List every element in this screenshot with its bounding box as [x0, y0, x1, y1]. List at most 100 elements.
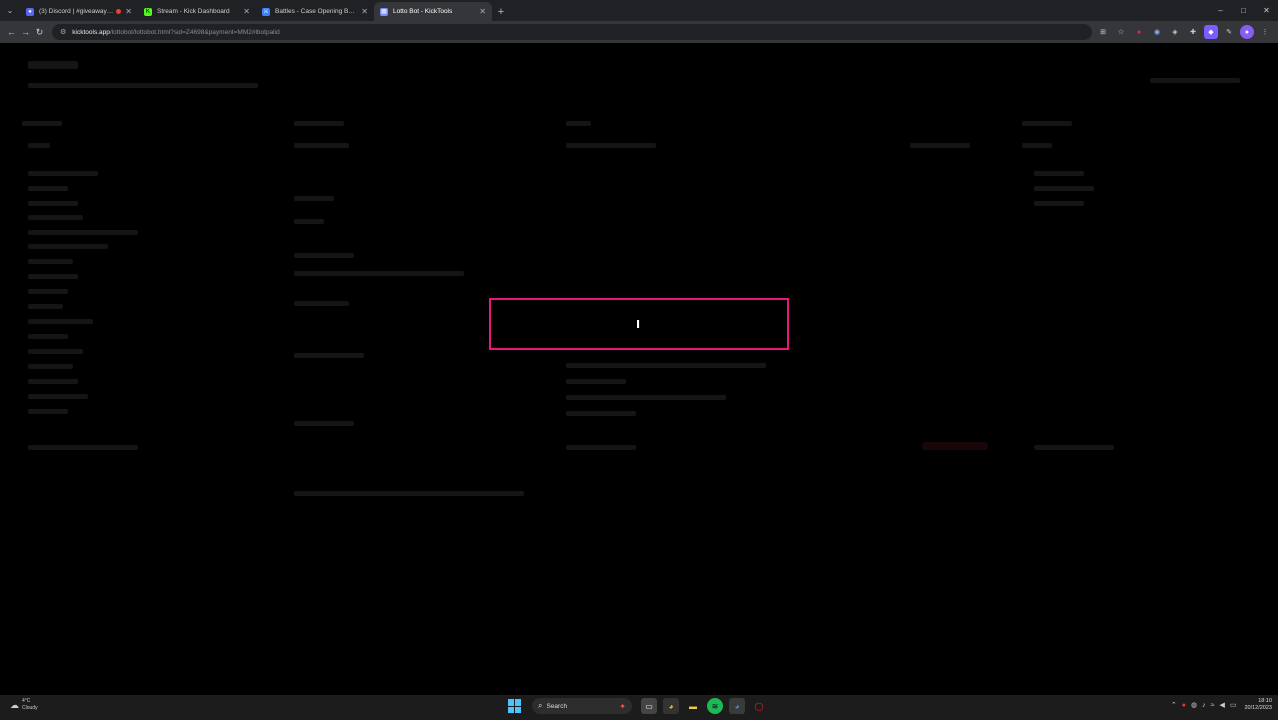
clock-date: 20/12/2023	[1244, 705, 1272, 711]
ghost-field	[294, 421, 354, 426]
ghost-list-row	[28, 143, 50, 148]
ghost-list-row	[28, 379, 78, 384]
clock-time: 18:10	[1258, 698, 1272, 704]
ghost-field	[1150, 78, 1240, 83]
ghost-field	[1034, 171, 1084, 176]
ghost-field	[294, 143, 349, 148]
ghost-field	[566, 363, 766, 368]
ghost-field	[1034, 201, 1084, 206]
ghost-list-row	[28, 274, 78, 279]
taskbar-search[interactable]: ⌕ Search ✦	[532, 698, 632, 714]
maximize-icon[interactable]: □	[1232, 0, 1255, 21]
text-cursor-icon: I	[635, 317, 641, 331]
ghost-list-row	[28, 171, 98, 176]
system-tray: ⌃ ● ◍ ♪ ≈ ◀ ▭ 18:10 20/12/2023	[1166, 698, 1272, 712]
ghost-list-row	[28, 186, 68, 191]
browser-toolbar: ← → ↻ ⚙ kicktools.app /lottobot/lottobot…	[0, 21, 1278, 43]
windows-taskbar: ☁ 4°C Cloudy ⌕ Search ✦ ▭ ◕ ▬ ≋ ◕ ◯ ⌃ ● …	[0, 695, 1278, 720]
ghost-section-title	[22, 121, 62, 126]
tab-label: Stream - Kick Dashboard	[157, 8, 230, 15]
ghost-list-row	[28, 230, 138, 235]
ghost-field	[294, 301, 349, 306]
tray-app-icon[interactable]: ◍	[1191, 701, 1197, 709]
chrome-active-icon[interactable]: ◕	[729, 698, 745, 714]
close-window-icon[interactable]: ✕	[1255, 0, 1278, 21]
ghost-action-button	[922, 442, 988, 450]
microphone-icon[interactable]: ♪	[1202, 702, 1206, 709]
search-highlight-icon: ✦	[619, 701, 626, 711]
ghost-section-title	[294, 121, 344, 126]
close-tab-icon[interactable]: ✕	[361, 7, 368, 16]
recording-indicator-icon	[116, 9, 122, 14]
taskbar-clock[interactable]: 18:10 20/12/2023	[1244, 698, 1272, 712]
spotify-icon[interactable]: ≋	[707, 698, 723, 714]
browser-menu-icon[interactable]: ⋮	[1258, 25, 1272, 39]
chevron-up-icon[interactable]: ⌃	[1171, 701, 1177, 709]
extensions-puzzle-icon[interactable]: ✚	[1186, 25, 1200, 39]
file-explorer-icon[interactable]: ▬	[685, 698, 701, 714]
extension-clip-icon[interactable]: ✎	[1222, 25, 1236, 39]
window-controls: – □ ✕	[1209, 0, 1278, 21]
taskbar-apps: ⌕ Search ✦ ▭ ◕ ▬ ≋ ◕ ◯	[508, 698, 770, 714]
browser-tab-bar: ⌄ ● (3) Discord | #giveaway | e ✕ K Stre…	[0, 0, 1278, 21]
ghost-field	[566, 379, 626, 384]
address-bar[interactable]: ⚙ kicktools.app /lottobot/lottobot.html?…	[52, 24, 1092, 40]
site-info-icon[interactable]: ⚙	[60, 28, 66, 36]
modal-dialog[interactable]: I	[489, 298, 789, 350]
taskbar-search-label: Search	[546, 702, 568, 710]
ghost-list-row	[28, 349, 83, 354]
bookmark-star-icon[interactable]: ☆	[1114, 25, 1128, 39]
tab-lotto-bot[interactable]: ▦ Lotto Bot - KickTools ✕	[374, 2, 492, 21]
weather-temperature: 4°C	[22, 698, 31, 704]
ghost-field	[566, 143, 656, 148]
tab-discord[interactable]: ● (3) Discord | #giveaway | e ✕	[20, 2, 138, 21]
install-app-icon[interactable]: ⊞	[1096, 25, 1110, 39]
tab-kick-dashboard[interactable]: K Stream - Kick Dashboard ✕	[138, 2, 256, 21]
ghost-field	[1022, 143, 1052, 148]
ghost-field	[294, 271, 464, 276]
ghost-list-row	[28, 334, 68, 339]
search-icon: ⌕	[538, 701, 543, 710]
extension-icon[interactable]: ◈	[1168, 25, 1182, 39]
extension-shield-icon[interactable]: ◉	[1150, 25, 1164, 39]
windows-start-icon[interactable]	[508, 699, 522, 713]
kick-icon: K	[144, 7, 152, 16]
extension-purple-icon[interactable]: ◆	[1204, 25, 1218, 39]
ghost-field	[910, 143, 970, 148]
address-host: kicktools.app	[72, 28, 110, 36]
page-content-dimmed	[0, 43, 1278, 695]
cloud-icon: ☁	[10, 699, 19, 710]
ghost-field	[566, 411, 636, 416]
reload-icon[interactable]: ↻	[34, 24, 45, 40]
forward-arrow-icon[interactable]: →	[20, 24, 31, 40]
ghost-field	[294, 196, 334, 201]
ghost-field	[294, 353, 364, 358]
tab-label: Battles - Case Opening Battles	[275, 8, 358, 15]
kicktools-icon: ▦	[380, 7, 388, 16]
ghost-field	[294, 219, 324, 224]
speaker-icon[interactable]: ◀	[1219, 701, 1224, 709]
battery-icon[interactable]: ▭	[1230, 701, 1237, 709]
task-view-icon[interactable]: ▭	[641, 698, 657, 714]
new-tab-button[interactable]: +	[492, 2, 510, 21]
weather-description: Cloudy	[22, 705, 38, 711]
close-tab-icon[interactable]: ✕	[479, 7, 486, 16]
ghost-subheader	[28, 83, 258, 88]
extension-red-icon[interactable]: ●	[1132, 25, 1146, 39]
tray-app-icon[interactable]: ●	[1182, 702, 1186, 709]
opera-icon[interactable]: ◯	[751, 698, 767, 714]
tab-battles[interactable]: ⚔ Battles - Case Opening Battles ✕	[256, 2, 374, 21]
extensions-area: ⊞ ☆ ● ◉ ◈ ✚ ◆ ✎ ● ⋮	[1092, 25, 1272, 39]
profile-avatar-icon[interactable]: ●	[1240, 25, 1254, 39]
close-tab-icon[interactable]: ✕	[125, 7, 132, 16]
ghost-field	[1034, 186, 1094, 191]
weather-widget[interactable]: ☁ 4°C Cloudy	[10, 698, 38, 712]
tab-search-dropdown[interactable]: ⌄	[0, 0, 20, 21]
tab-label: (3) Discord | #giveaway | e	[39, 8, 114, 15]
minimize-icon[interactable]: –	[1209, 0, 1232, 21]
back-arrow-icon[interactable]: ←	[6, 24, 17, 40]
wifi-icon[interactable]: ≈	[1211, 702, 1215, 709]
ghost-list-row	[28, 201, 78, 206]
chrome-icon[interactable]: ◕	[663, 698, 679, 714]
close-tab-icon[interactable]: ✕	[243, 7, 250, 16]
